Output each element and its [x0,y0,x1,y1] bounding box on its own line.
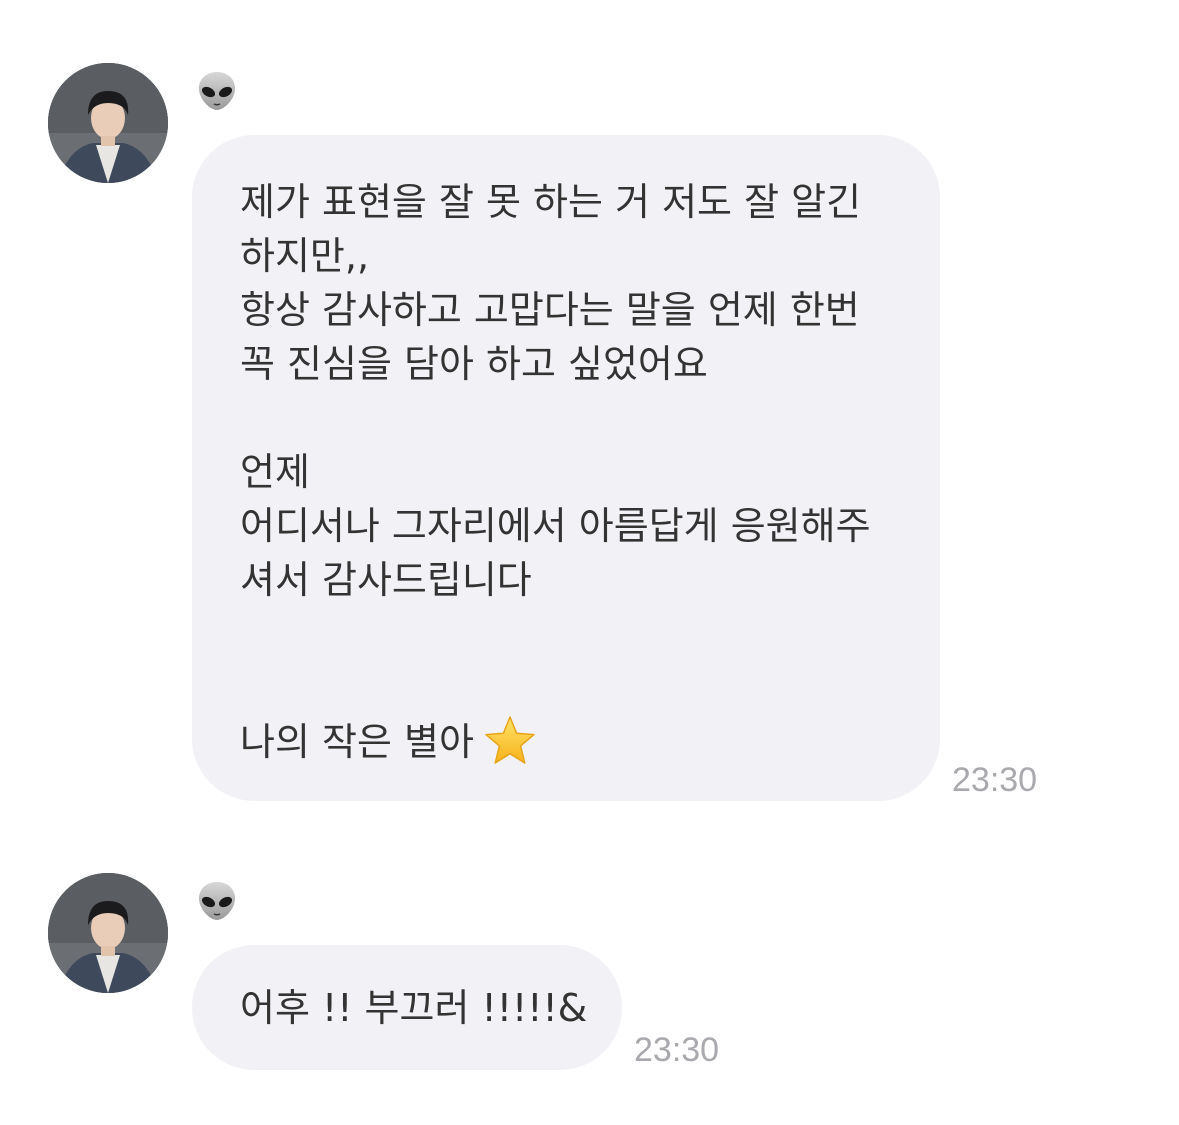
sender-name [196,68,238,114]
message-timestamp: 23:30 [634,1031,720,1069]
message-bubble[interactable]: 제가 표현을 잘 못 하는 거 저도 잘 알긴 하지만,, 항상 감사하고 고맙… [192,135,940,801]
alien-icon [198,882,236,920]
sender-name [196,878,238,924]
message-text: 어후 !! 부끄러 !!!!!& [240,986,588,1030]
sender-avatar[interactable] [48,63,168,183]
alien-icon [198,72,236,110]
message-bubble[interactable]: 어후 !! 부끄러 !!!!!& [192,945,622,1070]
sender-avatar[interactable] [48,873,168,993]
avatar-photo [48,873,168,993]
message-text: 제가 표현을 잘 못 하는 거 저도 잘 알긴 하지만,, 항상 감사하고 고맙… [240,180,871,764]
message-timestamp: 23:30 [952,761,1038,799]
avatar-photo [48,63,168,183]
star-icon [485,716,535,764]
